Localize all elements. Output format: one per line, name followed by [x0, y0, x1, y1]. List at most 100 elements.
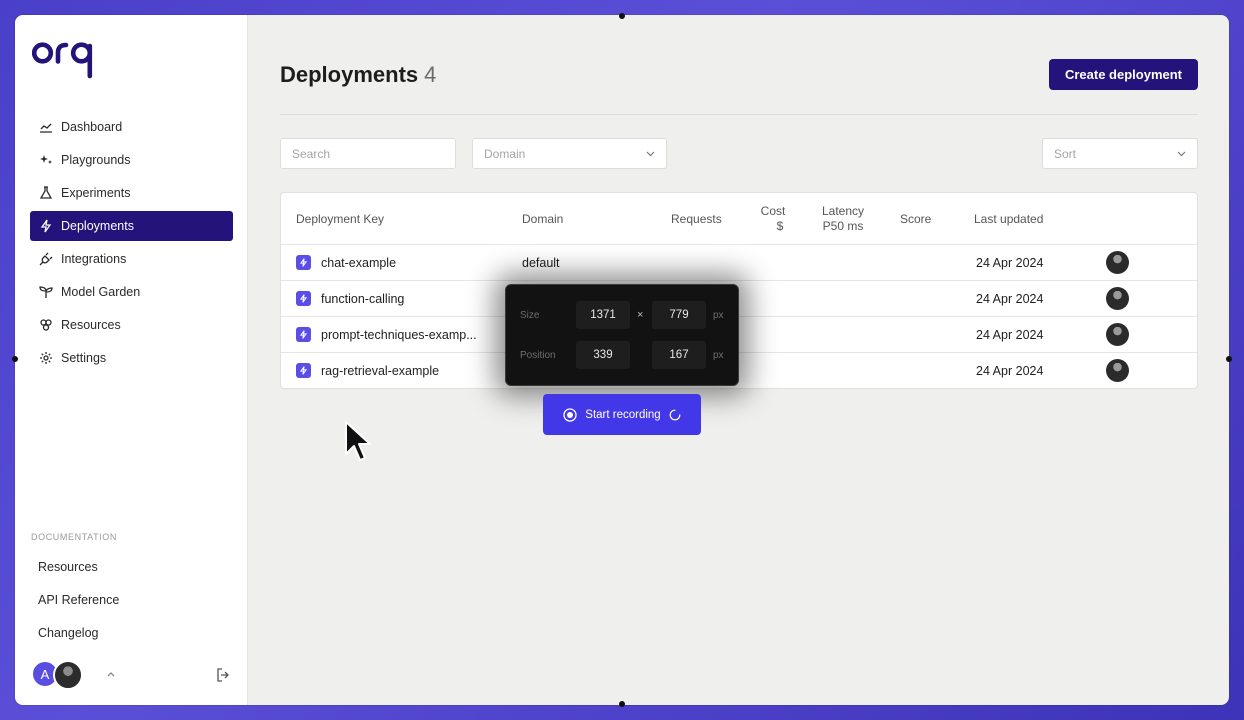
chevron-up-icon[interactable]	[105, 668, 117, 680]
column-header-last-updated[interactable]: Last updated	[974, 193, 1043, 244]
size-unit: px	[713, 310, 724, 321]
updated-by-avatar	[1106, 359, 1129, 382]
table-row[interactable]: chat-example default 24 Apr 2024	[281, 244, 1197, 280]
record-icon	[563, 407, 577, 422]
size-label: Size	[520, 310, 540, 321]
column-header-cost-line2: $	[776, 218, 784, 233]
sidebar-item-label: Playgrounds	[61, 153, 131, 167]
start-recording-label: Start recording	[585, 408, 661, 421]
doc-link-resources[interactable]: Resources	[30, 550, 233, 583]
search-input[interactable]	[292, 146, 455, 161]
bolt-icon	[39, 219, 53, 233]
sidebar: Dashboard Playgrounds Experiments Deploy…	[15, 15, 248, 705]
sidebar-item-deployments[interactable]: Deployments	[30, 211, 233, 241]
sidebar-item-label: Model Garden	[61, 285, 141, 299]
height-input[interactable]: 779	[652, 301, 706, 329]
logout-icon[interactable]	[215, 667, 231, 683]
sidebar-item-resources[interactable]: Resources	[30, 310, 233, 340]
deployment-key: rag-retrieval-example	[321, 363, 440, 378]
times-sign: ×	[637, 309, 644, 321]
page-title-text: Deployments	[280, 62, 419, 87]
deployment-domain: default	[522, 256, 560, 270]
position-y-input[interactable]: 167	[652, 341, 706, 369]
resize-handle-top[interactable]	[619, 13, 625, 19]
column-header-latency[interactable]: Latency P50 ms	[813, 193, 873, 244]
domain-select[interactable]: Domain	[472, 138, 667, 169]
width-input[interactable]: 1371	[576, 301, 630, 329]
column-header-domain[interactable]: Domain	[522, 193, 563, 244]
chevron-down-icon	[1177, 151, 1186, 157]
column-header-latency-line2: P50 ms	[822, 218, 864, 233]
bolt-icon	[296, 255, 311, 270]
sidebar-item-settings[interactable]: Settings	[30, 343, 233, 373]
table-row[interactable]: function-calling 24 Apr 2024	[281, 280, 1197, 316]
plug-icon	[39, 252, 53, 266]
column-header-key[interactable]: Deployment Key	[296, 193, 384, 244]
doc-link-changelog[interactable]: Changelog	[30, 616, 233, 649]
deployment-key-cell: rag-retrieval-example	[296, 363, 439, 378]
column-header-score[interactable]: Score	[900, 193, 931, 244]
sidebar-item-dashboard[interactable]: Dashboard	[30, 112, 233, 142]
sort-select[interactable]: Sort	[1042, 138, 1198, 169]
deployment-count: 4	[424, 62, 437, 87]
sparkles-icon	[39, 153, 53, 167]
nodes-icon	[39, 318, 53, 332]
domain-select-placeholder: Domain	[484, 146, 526, 161]
sidebar-item-experiments[interactable]: Experiments	[30, 178, 233, 208]
sidebar-item-label: Experiments	[61, 186, 131, 200]
search-field[interactable]	[280, 138, 456, 169]
table-row[interactable]: rag-retrieval-example 24 Apr 2024	[281, 352, 1197, 388]
deployment-key-cell: chat-example	[296, 255, 396, 270]
position-unit: px	[713, 350, 724, 361]
user-avatar[interactable]	[53, 660, 83, 690]
user-switcher[interactable]: A	[31, 660, 234, 690]
sidebar-nav: Dashboard Playgrounds Experiments Deploy…	[30, 112, 233, 376]
column-header-cost-line1: Cost	[760, 203, 786, 218]
sidebar-item-playgrounds[interactable]: Playgrounds	[30, 145, 233, 175]
table-row[interactable]: prompt-techniques-examp... 24 Apr 2024	[281, 316, 1197, 352]
sidebar-item-label: Settings	[61, 351, 107, 365]
create-deployment-button[interactable]: Create deployment	[1049, 59, 1198, 90]
deployments-table: Deployment Key Domain Requests Cost $ La…	[280, 192, 1198, 389]
mouse-cursor-icon	[345, 421, 371, 461]
position-label: Position	[520, 350, 556, 361]
sidebar-item-model-garden[interactable]: Model Garden	[30, 277, 233, 307]
doc-link-api-reference[interactable]: API Reference	[30, 583, 233, 616]
deployment-key-cell: function-calling	[296, 291, 404, 306]
recording-area-panel: Size 1371 × 779 px Position 339 167 px	[505, 284, 739, 386]
chevron-down-icon	[646, 151, 655, 157]
deployment-last-updated: 24 Apr 2024	[976, 256, 1044, 270]
deployment-key: chat-example	[321, 255, 397, 270]
position-x-input[interactable]: 339	[576, 341, 630, 369]
deployment-last-updated: 24 Apr 2024	[976, 364, 1044, 378]
gear-icon	[39, 351, 53, 365]
column-header-cost[interactable]: Cost $	[751, 193, 795, 244]
updated-by-avatar	[1106, 287, 1129, 310]
resize-handle-bottom[interactable]	[619, 701, 625, 707]
header-divider	[280, 114, 1198, 115]
page-title: Deployments 4	[280, 62, 436, 88]
bolt-icon	[296, 363, 311, 378]
chart-line-icon	[39, 120, 53, 134]
start-recording-button[interactable]: Start recording	[543, 394, 701, 435]
deployment-key-cell: prompt-techniques-examp...	[296, 327, 477, 342]
orq-logo[interactable]	[32, 37, 112, 83]
documentation-links: Resources API Reference Changelog	[30, 550, 233, 649]
deployment-key: prompt-techniques-examp...	[321, 327, 477, 342]
documentation-heading: DOCUMENTATION	[31, 532, 117, 542]
updated-by-avatar	[1106, 251, 1129, 274]
sidebar-item-integrations[interactable]: Integrations	[30, 244, 233, 274]
sidebar-item-label: Integrations	[61, 252, 127, 266]
updated-by-avatar	[1106, 323, 1129, 346]
column-header-requests[interactable]: Requests	[671, 193, 722, 244]
deployment-last-updated: 24 Apr 2024	[976, 328, 1044, 342]
flask-icon	[39, 186, 53, 200]
resize-handle-left[interactable]	[12, 356, 18, 362]
resize-handle-right[interactable]	[1226, 356, 1232, 362]
deployment-last-updated: 24 Apr 2024	[976, 292, 1044, 306]
sort-select-placeholder: Sort	[1054, 146, 1077, 161]
bolt-icon	[296, 291, 311, 306]
sidebar-item-label: Resources	[61, 318, 121, 332]
sidebar-item-label: Dashboard	[61, 120, 123, 134]
spinner-icon	[669, 409, 681, 420]
